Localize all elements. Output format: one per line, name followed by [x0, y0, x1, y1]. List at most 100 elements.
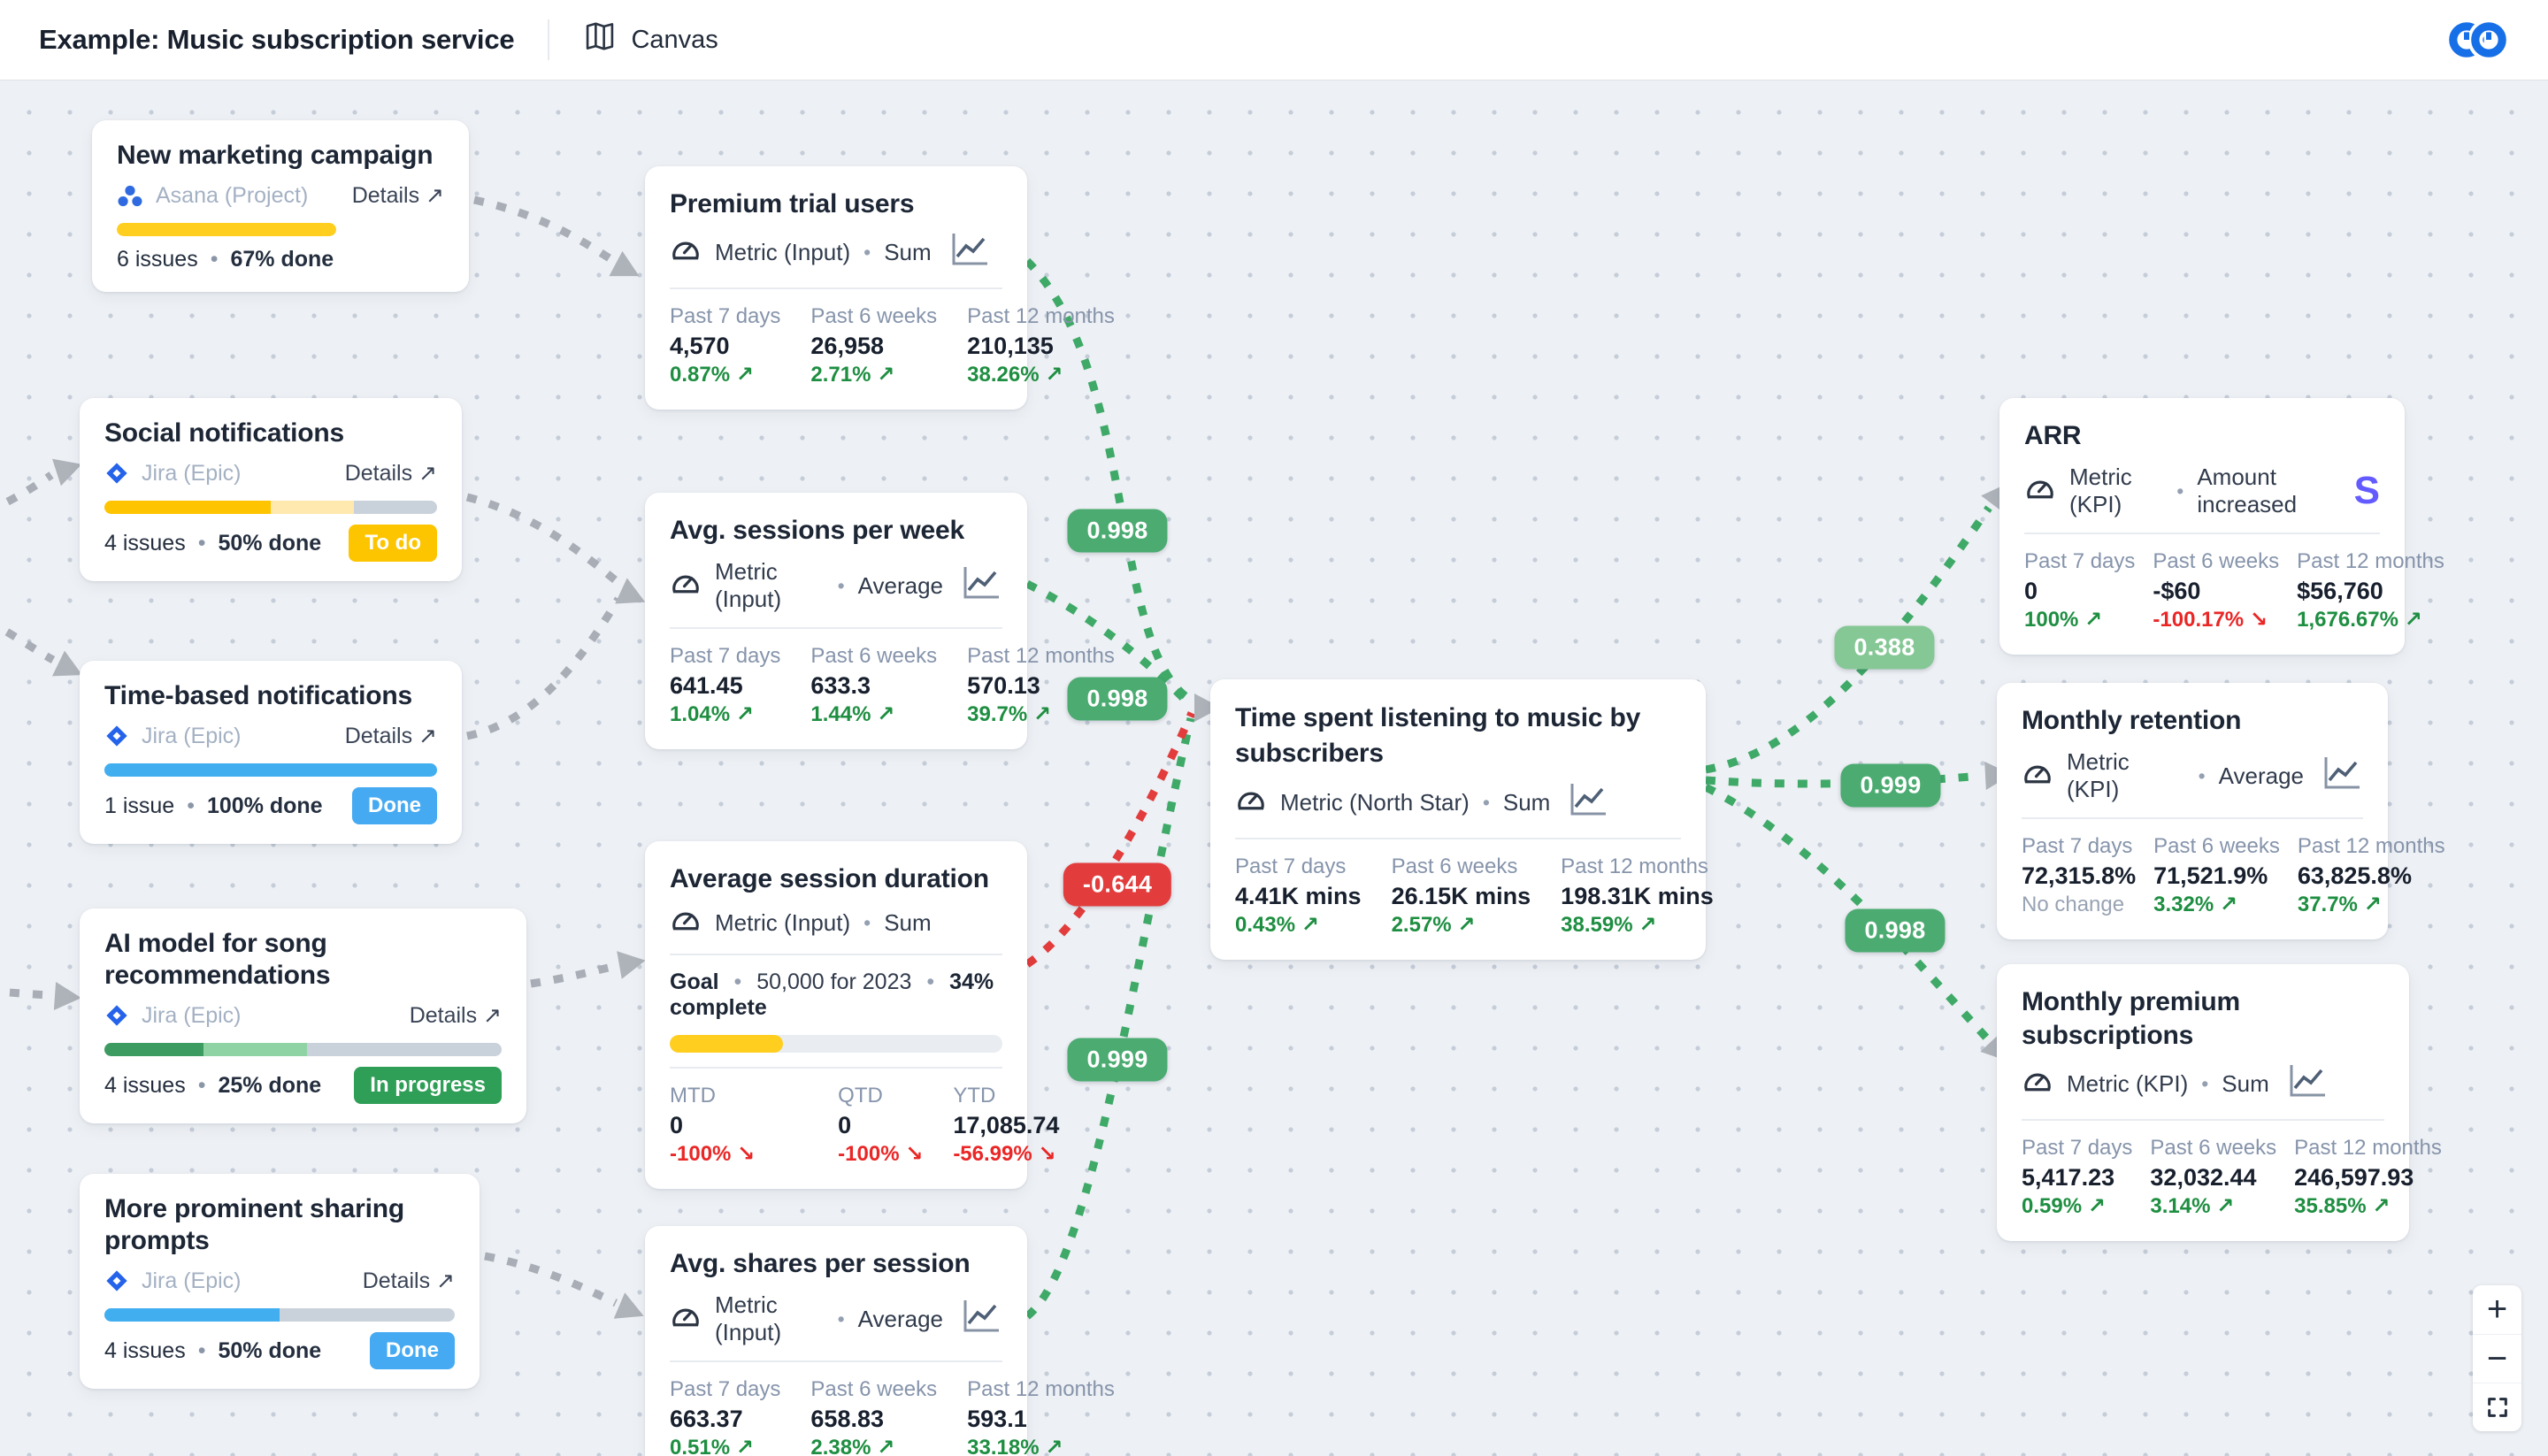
card-title: AI model for song recommendations	[104, 928, 502, 992]
meta-separator: •	[198, 1073, 206, 1099]
period-delta: 2.38% ↗	[810, 1435, 937, 1456]
edge-stub-timebased	[0, 621, 53, 660]
period-label: Past 7 days	[670, 303, 780, 330]
card-title: Premium trial users	[670, 188, 1002, 221]
project-card-new-marketing-campaign[interactable]: New marketing campaign Asana (Project) D…	[92, 120, 469, 292]
meta-separator: •	[198, 1338, 206, 1364]
period-value: $56,760	[2297, 575, 2444, 607]
period-delta: 2.57% ↗	[1392, 912, 1531, 939]
project-card-ai-model[interactable]: AI model for song recommendations Jira (…	[80, 908, 526, 1123]
line-chart-icon[interactable]	[962, 1299, 1002, 1340]
details-link[interactable]: Details ↗	[345, 460, 437, 487]
edge-social-sessions	[467, 497, 618, 582]
period-column: Past 7 days 663.37 0.51% ↗	[670, 1376, 780, 1456]
status-badge: To do	[349, 525, 437, 562]
period-label: Past 12 months	[967, 303, 1115, 330]
zoom-out-button[interactable]: −	[2473, 1334, 2521, 1383]
metric-card-monthly-premium-subscriptions[interactable]: Monthly premium subscriptions Metric (KP…	[1997, 964, 2409, 1241]
project-card-sharing-prompts[interactable]: More prominent sharing prompts Jira (Epi…	[80, 1174, 480, 1389]
fullscreen-icon	[2485, 1395, 2510, 1420]
doubleloop-logo[interactable]	[2447, 18, 2509, 62]
period-label: Past 7 days	[670, 643, 780, 670]
metric-card-monthly-retention[interactable]: Monthly retention Metric (KPI) • Average…	[1997, 683, 2388, 939]
line-chart-icon[interactable]	[950, 232, 991, 273]
period-label: YTD	[953, 1083, 1059, 1109]
tab-canvas[interactable]: Canvas	[583, 21, 718, 58]
metric-kind: Metric (Input)	[715, 909, 850, 937]
period-value: 63,825.8%	[2298, 860, 2445, 892]
fullscreen-button[interactable]	[2473, 1383, 2521, 1431]
period-label: Past 6 weeks	[2153, 548, 2279, 575]
metric-kind: Metric (Input)	[715, 1291, 825, 1346]
correlation-badge: -0.644	[1063, 863, 1171, 907]
period-value: 26.15K mins	[1392, 880, 1531, 912]
details-link[interactable]: Details ↗	[352, 182, 444, 209]
metric-card-time-spent-listening[interactable]: Time spent listening to music by subscri…	[1210, 679, 1706, 960]
period-column: Past 7 days 5,417.23 0.59% ↗	[2022, 1135, 2132, 1220]
meta-separator: •	[198, 531, 206, 556]
period-delta: -56.99% ↘	[953, 1141, 1059, 1168]
details-link[interactable]: Details ↗	[345, 723, 437, 749]
source-label: Jira (Epic)	[142, 724, 242, 749]
correlation-badge: 0.999	[1067, 1038, 1167, 1082]
progress-bar	[117, 223, 336, 236]
edge-marketing-premium	[474, 200, 612, 260]
issues-count: 1 issue	[104, 793, 174, 819]
period-label: Past 6 weeks	[1392, 854, 1531, 880]
period-value: 246,597.93	[2294, 1161, 2442, 1193]
metric-card-average-session-duration[interactable]: Average session duration Metric (Input) …	[645, 841, 1027, 1189]
period-delta: 0.51% ↗	[670, 1435, 780, 1456]
period-column: Past 6 weeks -$60 -100.17% ↘	[2153, 548, 2279, 633]
line-chart-icon[interactable]	[1569, 782, 1609, 824]
project-card-social-notifications[interactable]: Social notifications Jira (Epic) Details…	[80, 398, 462, 581]
source-label: Jira (Epic)	[142, 461, 242, 487]
period-label: Past 6 weeks	[2153, 833, 2280, 860]
stripe-icon: S	[2354, 473, 2380, 509]
period-column: Past 6 weeks 32,032.44 3.14% ↗	[2150, 1135, 2276, 1220]
separator-dot: •	[863, 241, 871, 264]
metric-card-arr[interactable]: ARR Metric (KPI) • Amount increased S Pa…	[1999, 398, 2405, 655]
jira-icon	[104, 724, 129, 748]
arrowhead-shares	[614, 1292, 649, 1329]
period-column: Past 12 months 593.1 33.18% ↗	[967, 1376, 1115, 1456]
period-delta: 0.43% ↗	[1235, 912, 1362, 939]
top-bar: Example: Music subscription service Canv…	[0, 0, 2548, 80]
metric-card-avg-shares-per-session[interactable]: Avg. shares per session Metric (Input) •…	[645, 1226, 1027, 1456]
period-delta: 1.44% ↗	[810, 701, 937, 728]
metric-card-avg-sessions-per-week[interactable]: Avg. sessions per week Metric (Input) • …	[645, 493, 1027, 749]
period-column: Past 6 weeks 26.15K mins 2.57% ↗	[1392, 854, 1531, 939]
meta-separator: •	[211, 247, 219, 272]
period-column: YTD 17,085.74 -56.99% ↘	[953, 1083, 1059, 1168]
metric-card-premium-trial-users[interactable]: Premium trial users Metric (Input) • Sum…	[645, 166, 1027, 410]
line-chart-icon[interactable]	[2288, 1063, 2329, 1105]
period-value: 663.37	[670, 1403, 780, 1435]
edge-sharing-shares	[485, 1256, 616, 1303]
project-card-time-based-notifications[interactable]: Time-based notifications Jira (Epic) Det…	[80, 661, 462, 844]
period-value: 593.1	[967, 1403, 1115, 1435]
separator-dot: •	[863, 911, 871, 935]
edge-northstar-premiumsubs	[1706, 787, 1987, 1038]
jira-icon	[104, 1268, 129, 1293]
strategy-canvas[interactable]: 0.998 0.998 -0.644 0.999 0.388 0.999 0.9…	[0, 80, 2548, 1456]
issues-count: 4 issues	[104, 1073, 186, 1099]
line-chart-icon[interactable]	[2322, 755, 2363, 797]
goal-progress-bar	[670, 1035, 1002, 1053]
period-column: Past 7 days 4,570 0.87% ↗	[670, 303, 780, 388]
details-link[interactable]: Details ↗	[410, 1002, 502, 1029]
correlation-badge: 0.388	[1834, 626, 1934, 670]
period-label: Past 7 days	[670, 1376, 780, 1403]
page-title: Example: Music subscription service	[39, 24, 514, 56]
period-delta: 1,676.67% ↗	[2297, 607, 2444, 633]
period-delta: -100.17% ↘	[2153, 607, 2279, 633]
details-link[interactable]: Details ↗	[363, 1268, 455, 1294]
divider	[670, 1360, 1002, 1362]
arrowhead-premium	[609, 251, 646, 288]
line-chart-icon[interactable]	[962, 565, 1002, 607]
period-label: Past 7 days	[1235, 854, 1362, 880]
period-value: 210,135	[967, 330, 1115, 362]
separator-dot: •	[838, 574, 845, 598]
period-label: Past 12 months	[2294, 1135, 2442, 1161]
period-label: Past 6 weeks	[810, 303, 937, 330]
period-column: Past 12 months 246,597.93 35.85% ↗	[2294, 1135, 2442, 1220]
zoom-in-button[interactable]: +	[2473, 1285, 2521, 1334]
